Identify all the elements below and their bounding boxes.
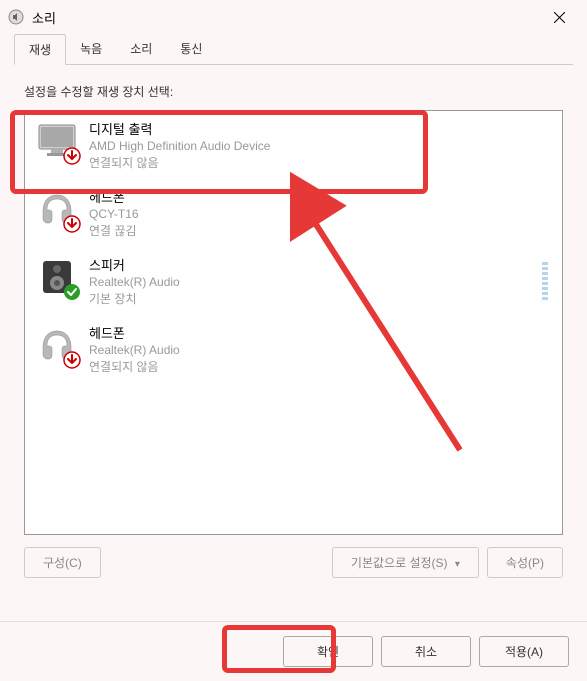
device-list[interactable]: 디지털 출력 AMD High Definition Audio Device … [24,110,563,535]
device-title: 디지털 출력 [89,119,270,138]
device-title: 헤드폰 [89,323,180,342]
device-status: 기본 장치 [89,290,180,307]
level-meter [542,262,548,300]
dialog-buttons: 확인 취소 적용(A) [0,621,587,681]
device-subtitle: AMD High Definition Audio Device [89,139,270,153]
device-subtitle: QCY-T16 [89,207,139,221]
device-title: 헤드폰 [89,187,139,206]
tab-communications[interactable]: 통신 [166,34,216,65]
device-subtitle: Realtek(R) Audio [89,343,180,357]
disconnected-badge-icon [63,215,81,233]
content-area: 설정을 수정할 재생 장치 선택: 디지털 출력 AMD High Defini… [0,65,587,590]
button-row: 구성(C) 기본값으로 설정(S) ▾ 속성(P) [24,547,563,578]
disconnected-badge-icon [63,147,81,165]
device-item-headphones-qcy[interactable]: 헤드폰 QCY-T16 연결 끊김 [25,179,562,247]
tab-recording[interactable]: 녹음 [66,34,116,65]
cancel-button[interactable]: 취소 [381,636,471,667]
tabs: 재생 녹음 소리 통신 [0,34,587,65]
window-title: 소리 [32,8,56,27]
tab-playback[interactable]: 재생 [14,34,66,65]
device-subtitle: Realtek(R) Audio [89,275,180,289]
instruction-text: 설정을 수정할 재생 장치 선택: [24,83,563,100]
device-text: 헤드폰 Realtek(R) Audio 연결되지 않음 [89,323,180,375]
close-button[interactable] [539,2,579,32]
disconnected-badge-icon [63,351,81,369]
titlebar-left: 소리 [8,8,56,27]
sound-icon [8,9,24,25]
set-default-button[interactable]: 기본값으로 설정(S) ▾ [332,547,479,578]
device-item-digital-output[interactable]: 디지털 출력 AMD High Definition Audio Device … [25,111,562,179]
headphones-icon [35,187,79,231]
default-badge-icon [63,283,81,301]
configure-button[interactable]: 구성(C) [24,547,101,578]
device-status: 연결되지 않음 [89,358,180,375]
device-status: 연결되지 않음 [89,154,270,171]
device-text: 스피커 Realtek(R) Audio 기본 장치 [89,255,180,307]
device-item-speaker[interactable]: 스피커 Realtek(R) Audio 기본 장치 [25,247,562,315]
ok-button[interactable]: 확인 [283,636,373,667]
speaker-icon [35,255,79,299]
chevron-down-icon: ▾ [455,559,460,570]
monitor-icon [35,119,79,163]
device-item-headphones-realtek[interactable]: 헤드폰 Realtek(R) Audio 연결되지 않음 [25,315,562,383]
device-text: 헤드폰 QCY-T16 연결 끊김 [89,187,139,239]
titlebar: 소리 [0,0,587,34]
tab-sounds[interactable]: 소리 [116,34,166,65]
device-status: 연결 끊김 [89,222,139,239]
device-title: 스피커 [89,255,180,274]
properties-button[interactable]: 속성(P) [487,547,563,578]
set-default-label: 기본값으로 설정(S) [351,556,448,570]
apply-button[interactable]: 적용(A) [479,636,569,667]
headphones-icon [35,323,79,367]
device-text: 디지털 출력 AMD High Definition Audio Device … [89,119,270,171]
button-row-right: 기본값으로 설정(S) ▾ 속성(P) [332,547,563,578]
